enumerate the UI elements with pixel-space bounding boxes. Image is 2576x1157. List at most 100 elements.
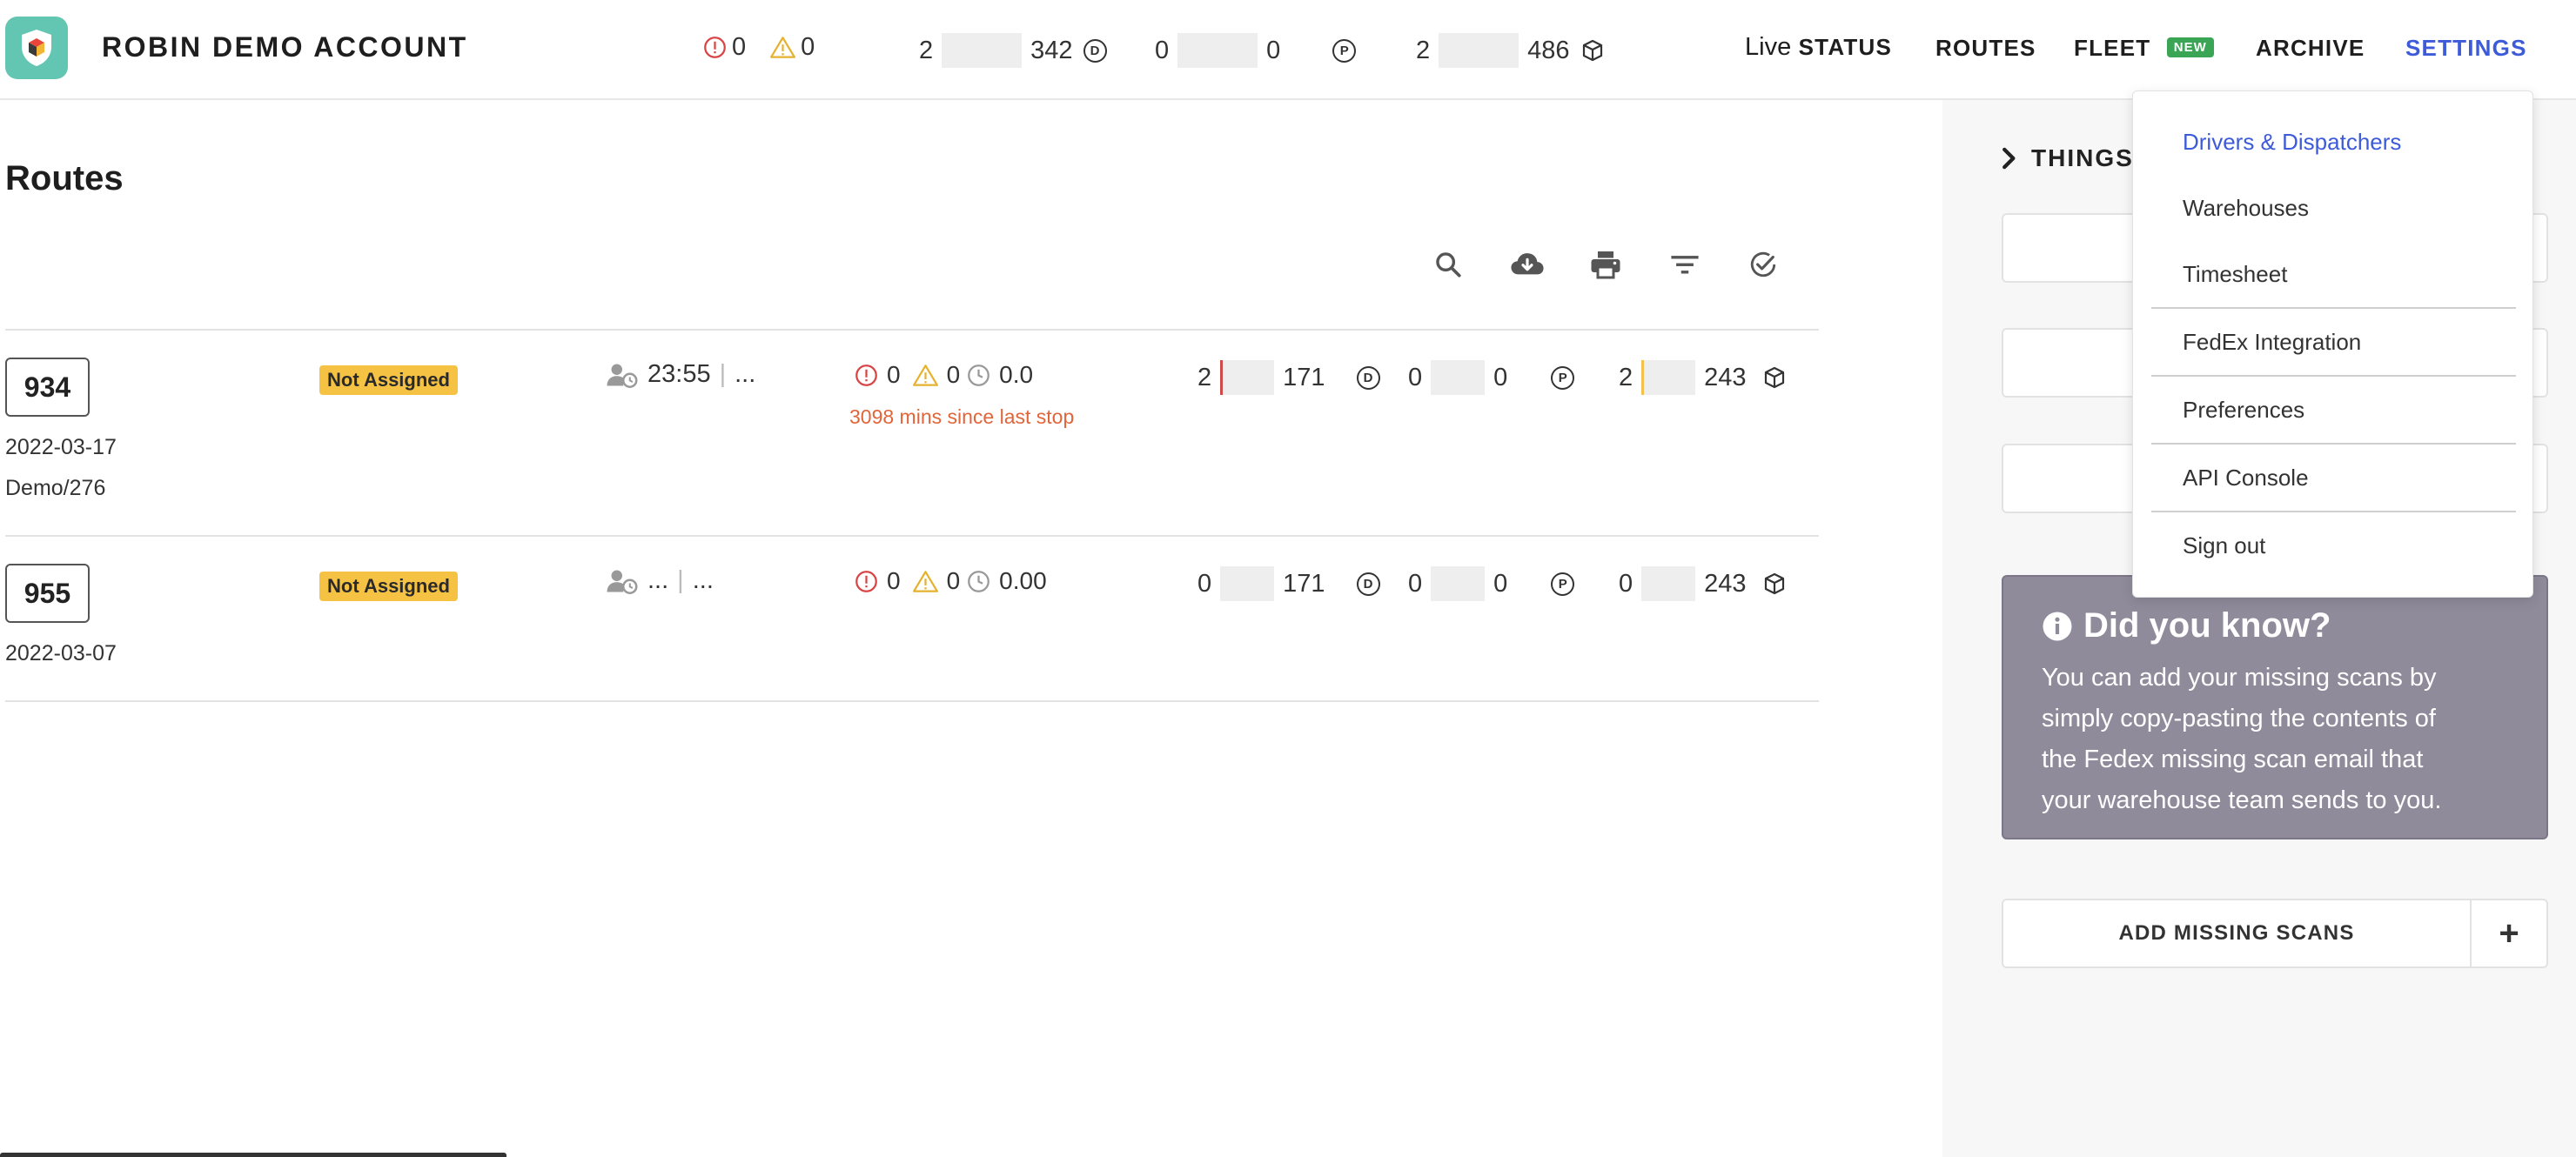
table-divider (5, 700, 1819, 702)
did-you-know-title: Did you know? (2042, 606, 2508, 645)
route-pickup-done: 0 (1408, 363, 1423, 391)
route-pickup-total: 0 (1493, 363, 1508, 391)
route-start-time: ... (647, 566, 669, 594)
route-start-time: 23:55 (647, 360, 711, 388)
delivery-icon: D (1083, 38, 1107, 63)
menu-item-api-console[interactable]: API Console (2183, 465, 2309, 492)
route-warning-count: 0 (946, 567, 961, 594)
add-missing-scans: ADD MISSING SCANS + (2002, 899, 2548, 968)
route-time: ... | ... (606, 566, 714, 595)
menu-item-sign-out[interactable]: Sign out (2183, 532, 2265, 559)
search-icon[interactable] (1431, 247, 1466, 282)
package-icon (1764, 572, 1785, 595)
route-error-count: 0 (887, 361, 901, 388)
check-circle-icon[interactable] (1746, 247, 1781, 282)
error-icon (703, 36, 727, 59)
page-title: Routes (5, 159, 124, 197)
add-missing-scans-button[interactable]: ADD MISSING SCANS (2003, 900, 2472, 966)
settings-dropdown: Drivers & Dispatchers Warehouses Timeshe… (2132, 90, 2533, 598)
header-delivery-start: 2 (919, 36, 934, 64)
header-package-end: 486 (1527, 36, 1570, 64)
since-last-stop: 3098 mins since last stop (849, 405, 1075, 428)
menu-divider (2151, 375, 2516, 377)
route-package-progress (1641, 360, 1696, 395)
did-you-know-card: Did you know? You can add your missing s… (2002, 575, 2548, 839)
header-package-stats: 2 486 (1416, 33, 1603, 68)
driver-clock-icon (606, 362, 639, 388)
route-delivery-done: 2 (1197, 363, 1212, 391)
route-date: 2022-03-17 (5, 435, 117, 459)
route-alerts: 0 0 0.00 (855, 567, 1059, 595)
route-delivery-total: 171 (1283, 363, 1325, 391)
nav-routes[interactable]: ROUTES (1935, 35, 2036, 62)
header-warning-count: 0 (801, 33, 815, 61)
header-package-start: 2 (1416, 36, 1431, 64)
error-icon (855, 364, 878, 387)
route-delivery-counts: 0 171 D (1197, 566, 1380, 601)
route-end-time: ... (692, 566, 714, 594)
route-pickup-counts: 0 0 P (1408, 360, 1575, 395)
plus-icon[interactable]: + (2472, 900, 2546, 966)
header-delivery-progress (942, 33, 1023, 68)
did-you-know-heading: Did you know? (2083, 606, 2331, 645)
table-divider (5, 535, 1819, 537)
route-pickup-done: 0 (1408, 569, 1423, 598)
menu-item-preferences[interactable]: Preferences (2183, 397, 2304, 424)
print-icon[interactable] (1588, 247, 1623, 282)
route-pickup-total: 0 (1493, 569, 1508, 598)
route-delivery-progress (1220, 360, 1275, 395)
menu-item-timesheet[interactable]: Timesheet (2183, 261, 2287, 288)
header-package-progress (1439, 33, 1519, 68)
info-icon (2042, 611, 2073, 642)
route-time: 23:55 | ... (606, 360, 755, 389)
route-pickup-progress (1431, 360, 1486, 395)
new-badge: NEW (2166, 37, 2214, 57)
route-package-total: 243 (1704, 363, 1747, 391)
clock-icon (967, 364, 990, 387)
route-warning-count: 0 (946, 361, 961, 388)
nav-fleet[interactable]: FLEET NEW (2074, 35, 2214, 62)
pickup-icon: P (1551, 572, 1575, 596)
package-icon (1764, 366, 1785, 389)
clock-icon (967, 570, 990, 593)
header-pickup-start: 0 (1155, 36, 1170, 64)
things-toggle[interactable]: THINGS (2002, 144, 2134, 172)
app-logo[interactable] (5, 17, 68, 79)
shield-logo-icon (22, 30, 51, 66)
route-date: 2022-03-07 (5, 641, 117, 665)
menu-divider (2151, 511, 2516, 512)
warning-icon (912, 570, 938, 593)
route-error-count: 0 (887, 567, 901, 594)
route-id-badge[interactable]: 934 (5, 358, 90, 417)
menu-item-fedex-integration[interactable]: FedEx Integration (2183, 329, 2361, 356)
did-you-know-body: You can add your missing scans by simply… (2042, 658, 2508, 821)
status-badge: Not Assigned (319, 365, 458, 395)
cloud-download-icon[interactable] (1510, 247, 1545, 282)
header-alerts[interactable]: 0 0 (703, 33, 815, 62)
bottom-scrollbar[interactable] (0, 1153, 506, 1157)
nav-settings[interactable]: SETTINGS (2405, 35, 2527, 62)
table-divider (5, 329, 1819, 331)
route-package-done: 2 (1619, 363, 1633, 391)
warning-icon (912, 364, 938, 387)
nav-archive[interactable]: ARCHIVE (2256, 35, 2365, 62)
route-end-time: ... (735, 360, 756, 388)
did-you-know-line: You can add your missing scans by (2042, 664, 2437, 692)
did-you-know-line: simply copy-pasting the contents of (2042, 705, 2436, 732)
did-you-know-line: your warehouse team sends to you. (2042, 786, 2442, 814)
header-pickup-end: 0 (1266, 36, 1281, 64)
pickup-icon: P (1332, 38, 1357, 63)
account-name: ROBIN DEMO ACCOUNT (102, 31, 468, 63)
route-delivery-done: 0 (1197, 569, 1212, 598)
route-package-counts: 0 243 (1619, 566, 1785, 601)
menu-item-drivers-dispatchers[interactable]: Drivers & Dispatchers (2183, 129, 2401, 156)
package-icon (1582, 39, 1603, 62)
route-pickup-progress (1431, 566, 1486, 601)
header-pickup-progress (1177, 33, 1258, 68)
menu-divider (2151, 307, 2516, 309)
route-id-badge[interactable]: 955 (5, 564, 90, 623)
nav-live-status[interactable]: Live STATUS (1745, 33, 1892, 62)
filter-icon[interactable] (1667, 247, 1702, 282)
route-package-progress (1641, 566, 1696, 601)
menu-item-warehouses[interactable]: Warehouses (2183, 195, 2309, 222)
